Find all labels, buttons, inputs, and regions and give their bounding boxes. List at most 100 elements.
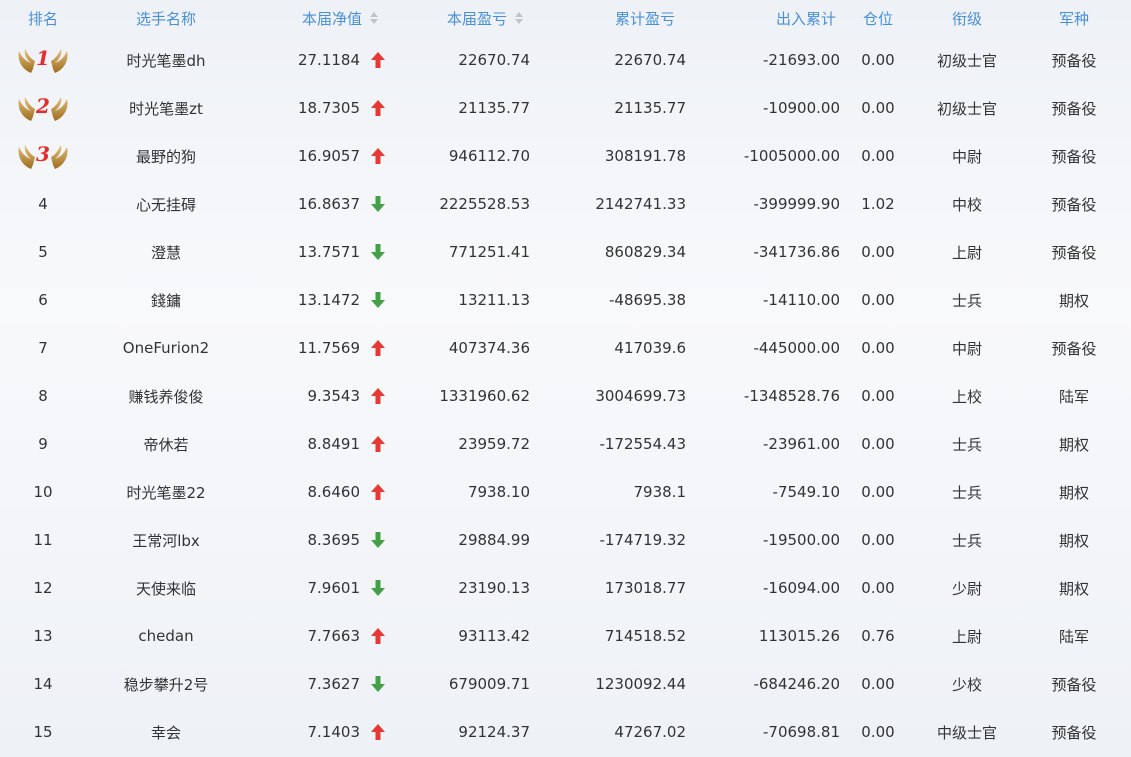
current-pnl: 93113.42 [458,627,530,645]
cumulative-pnl: 21135.77 [614,99,686,117]
table-header: 排名 选手名称 本届净值 本届盈亏 累计盈亏 出入累计 仓位 衔级 军种 [0,0,1131,36]
position-value: 0.00 [861,51,895,69]
current-pnl: 407374.36 [448,339,530,357]
table-row[interactable]: 1 时光笔墨dh 27.1184 22670.74 22670.74 -2169… [0,36,1131,84]
table-row[interactable]: 11 王常河lbx 8.3695 29884.99 -174719.32 -19… [0,516,1131,564]
arrow-up-icon [368,612,388,660]
arrow-down-icon [368,516,388,564]
nav-value: 16.9057 [297,147,360,165]
player-name[interactable]: 幸会 [86,708,246,756]
player-name[interactable]: 天使来临 [86,564,246,612]
rank-number: 10 [33,483,53,501]
player-name[interactable]: 錢鏞 [86,276,246,324]
arrow-up-icon [368,468,388,516]
cumulative-pnl: 1230092.44 [595,675,686,693]
branch: 期权 [1058,291,1089,310]
nav-value: 8.3695 [307,531,361,549]
arrow-up-icon [368,420,388,468]
table-row[interactable]: 2 时光笔墨zt 18.7305 21135.77 21135.77 -1090… [0,84,1131,132]
wings-medal-icon: 3 [15,139,71,173]
player-name[interactable]: 时光笔墨dh [86,36,246,84]
header-in-out-total: 出入累计 [775,9,836,28]
player-name[interactable]: 赚钱养俊俊 [86,372,246,420]
nav-value: 27.1184 [297,51,360,69]
nav-value: 18.7305 [297,99,360,117]
position-value: 0.00 [861,339,895,357]
table-row[interactable]: 12 天使来临 7.9601 23190.13 173018.77 -16094… [0,564,1131,612]
rank-number: 6 [38,291,48,309]
table-row[interactable]: 15 幸会 7.1403 92124.37 47267.02 -70698.81… [0,708,1131,756]
position-value: 0.00 [861,243,895,261]
cumulative-pnl: 860829.34 [604,243,686,261]
table-row[interactable]: 6 錢鏞 13.1472 13211.13 -48695.38 -14110.0… [0,276,1131,324]
military-rank: 士兵 [951,531,982,550]
current-pnl: 1331960.62 [439,387,530,405]
position-value: 0.00 [861,147,895,165]
in-out-total: -70698.81 [763,723,840,741]
rank-number: 12 [33,579,53,597]
current-pnl: 21135.77 [458,99,530,117]
position-value: 0.00 [861,531,895,549]
position-value: 1.02 [861,195,895,213]
table-row[interactable]: 10 时光笔墨22 8.6460 7938.10 7938.1 -7549.10… [0,468,1131,516]
in-out-total: -684246.20 [753,675,840,693]
current-pnl: 2225528.53 [439,195,530,213]
cumulative-pnl: 308191.78 [604,147,686,165]
cumulative-pnl: 714518.52 [604,627,686,645]
cumulative-pnl: -174719.32 [599,531,686,549]
player-name[interactable]: 心无挂碍 [86,180,246,228]
nav-value: 9.3543 [307,387,361,405]
player-name[interactable]: 时光笔墨zt [86,84,246,132]
rank-number: 15 [33,723,53,741]
header-current-pnl-sortable[interactable]: 本届盈亏 [430,0,540,36]
rank-number: 8 [38,387,48,405]
military-rank: 士兵 [951,483,982,502]
current-pnl: 7938.10 [467,483,530,501]
rank-number: 9 [38,435,48,453]
cumulative-pnl: -172554.43 [599,435,686,453]
rank-number: 14 [33,675,53,693]
military-rank: 士兵 [951,291,982,310]
table-row[interactable]: 8 赚钱养俊俊 9.3543 1331960.62 3004699.73 -13… [0,372,1131,420]
rank-cell: 14 [8,660,78,708]
table-row[interactable]: 13 chedan 7.7663 93113.42 714518.52 1130… [0,612,1131,660]
military-rank: 初级士官 [936,99,997,118]
rank-cell: 13 [8,612,78,660]
player-name[interactable]: chedan [86,612,246,660]
current-pnl: 23959.72 [458,435,530,453]
sort-caret-icon[interactable] [370,12,378,24]
current-pnl: 13211.13 [458,291,530,309]
branch: 陆军 [1058,627,1089,646]
player-name[interactable]: 帝休若 [86,420,246,468]
player-name[interactable]: 最野的狗 [86,132,246,180]
position-value: 0.00 [861,291,895,309]
branch: 陆军 [1058,387,1089,406]
table-row[interactable]: 14 稳步攀升2号 7.3627 679009.71 1230092.44 -6… [0,660,1131,708]
table-row[interactable]: 9 帝休若 8.8491 23959.72 -172554.43 -23961.… [0,420,1131,468]
rank-number: 5 [38,243,48,261]
military-rank: 中尉 [951,147,982,166]
nav-value: 7.3627 [307,675,361,693]
player-name[interactable]: 时光笔墨22 [86,468,246,516]
sort-caret-icon[interactable] [515,12,523,24]
table-row[interactable]: 5 澄慧 13.7571 771251.41 860829.34 -341736… [0,228,1131,276]
in-out-total: -14110.00 [763,291,840,309]
nav-value: 7.1403 [307,723,361,741]
nav-value: 16.8637 [297,195,360,213]
arrow-up-icon [368,36,388,84]
header-nav-sortable[interactable]: 本届净值 [280,0,400,36]
player-name[interactable]: 澄慧 [86,228,246,276]
rank-number: 3 [36,142,50,166]
current-pnl: 29884.99 [458,531,530,549]
military-rank: 上尉 [951,627,982,646]
rank-cell: 5 [8,228,78,276]
rank-cell: 1 [8,36,78,84]
table-row[interactable]: 4 心无挂碍 16.8637 2225528.53 2142741.33 -39… [0,180,1131,228]
player-name[interactable]: OneFurion2 [86,324,246,372]
player-name[interactable]: 稳步攀升2号 [86,660,246,708]
position-value: 0.00 [861,723,895,741]
table-row[interactable]: 3 最野的狗 16.9057 946112.70 308191.78 -1005… [0,132,1131,180]
table-row[interactable]: 7 OneFurion2 11.7569 407374.36 417039.6 … [0,324,1131,372]
current-pnl: 92124.37 [458,723,530,741]
player-name[interactable]: 王常河lbx [86,516,246,564]
